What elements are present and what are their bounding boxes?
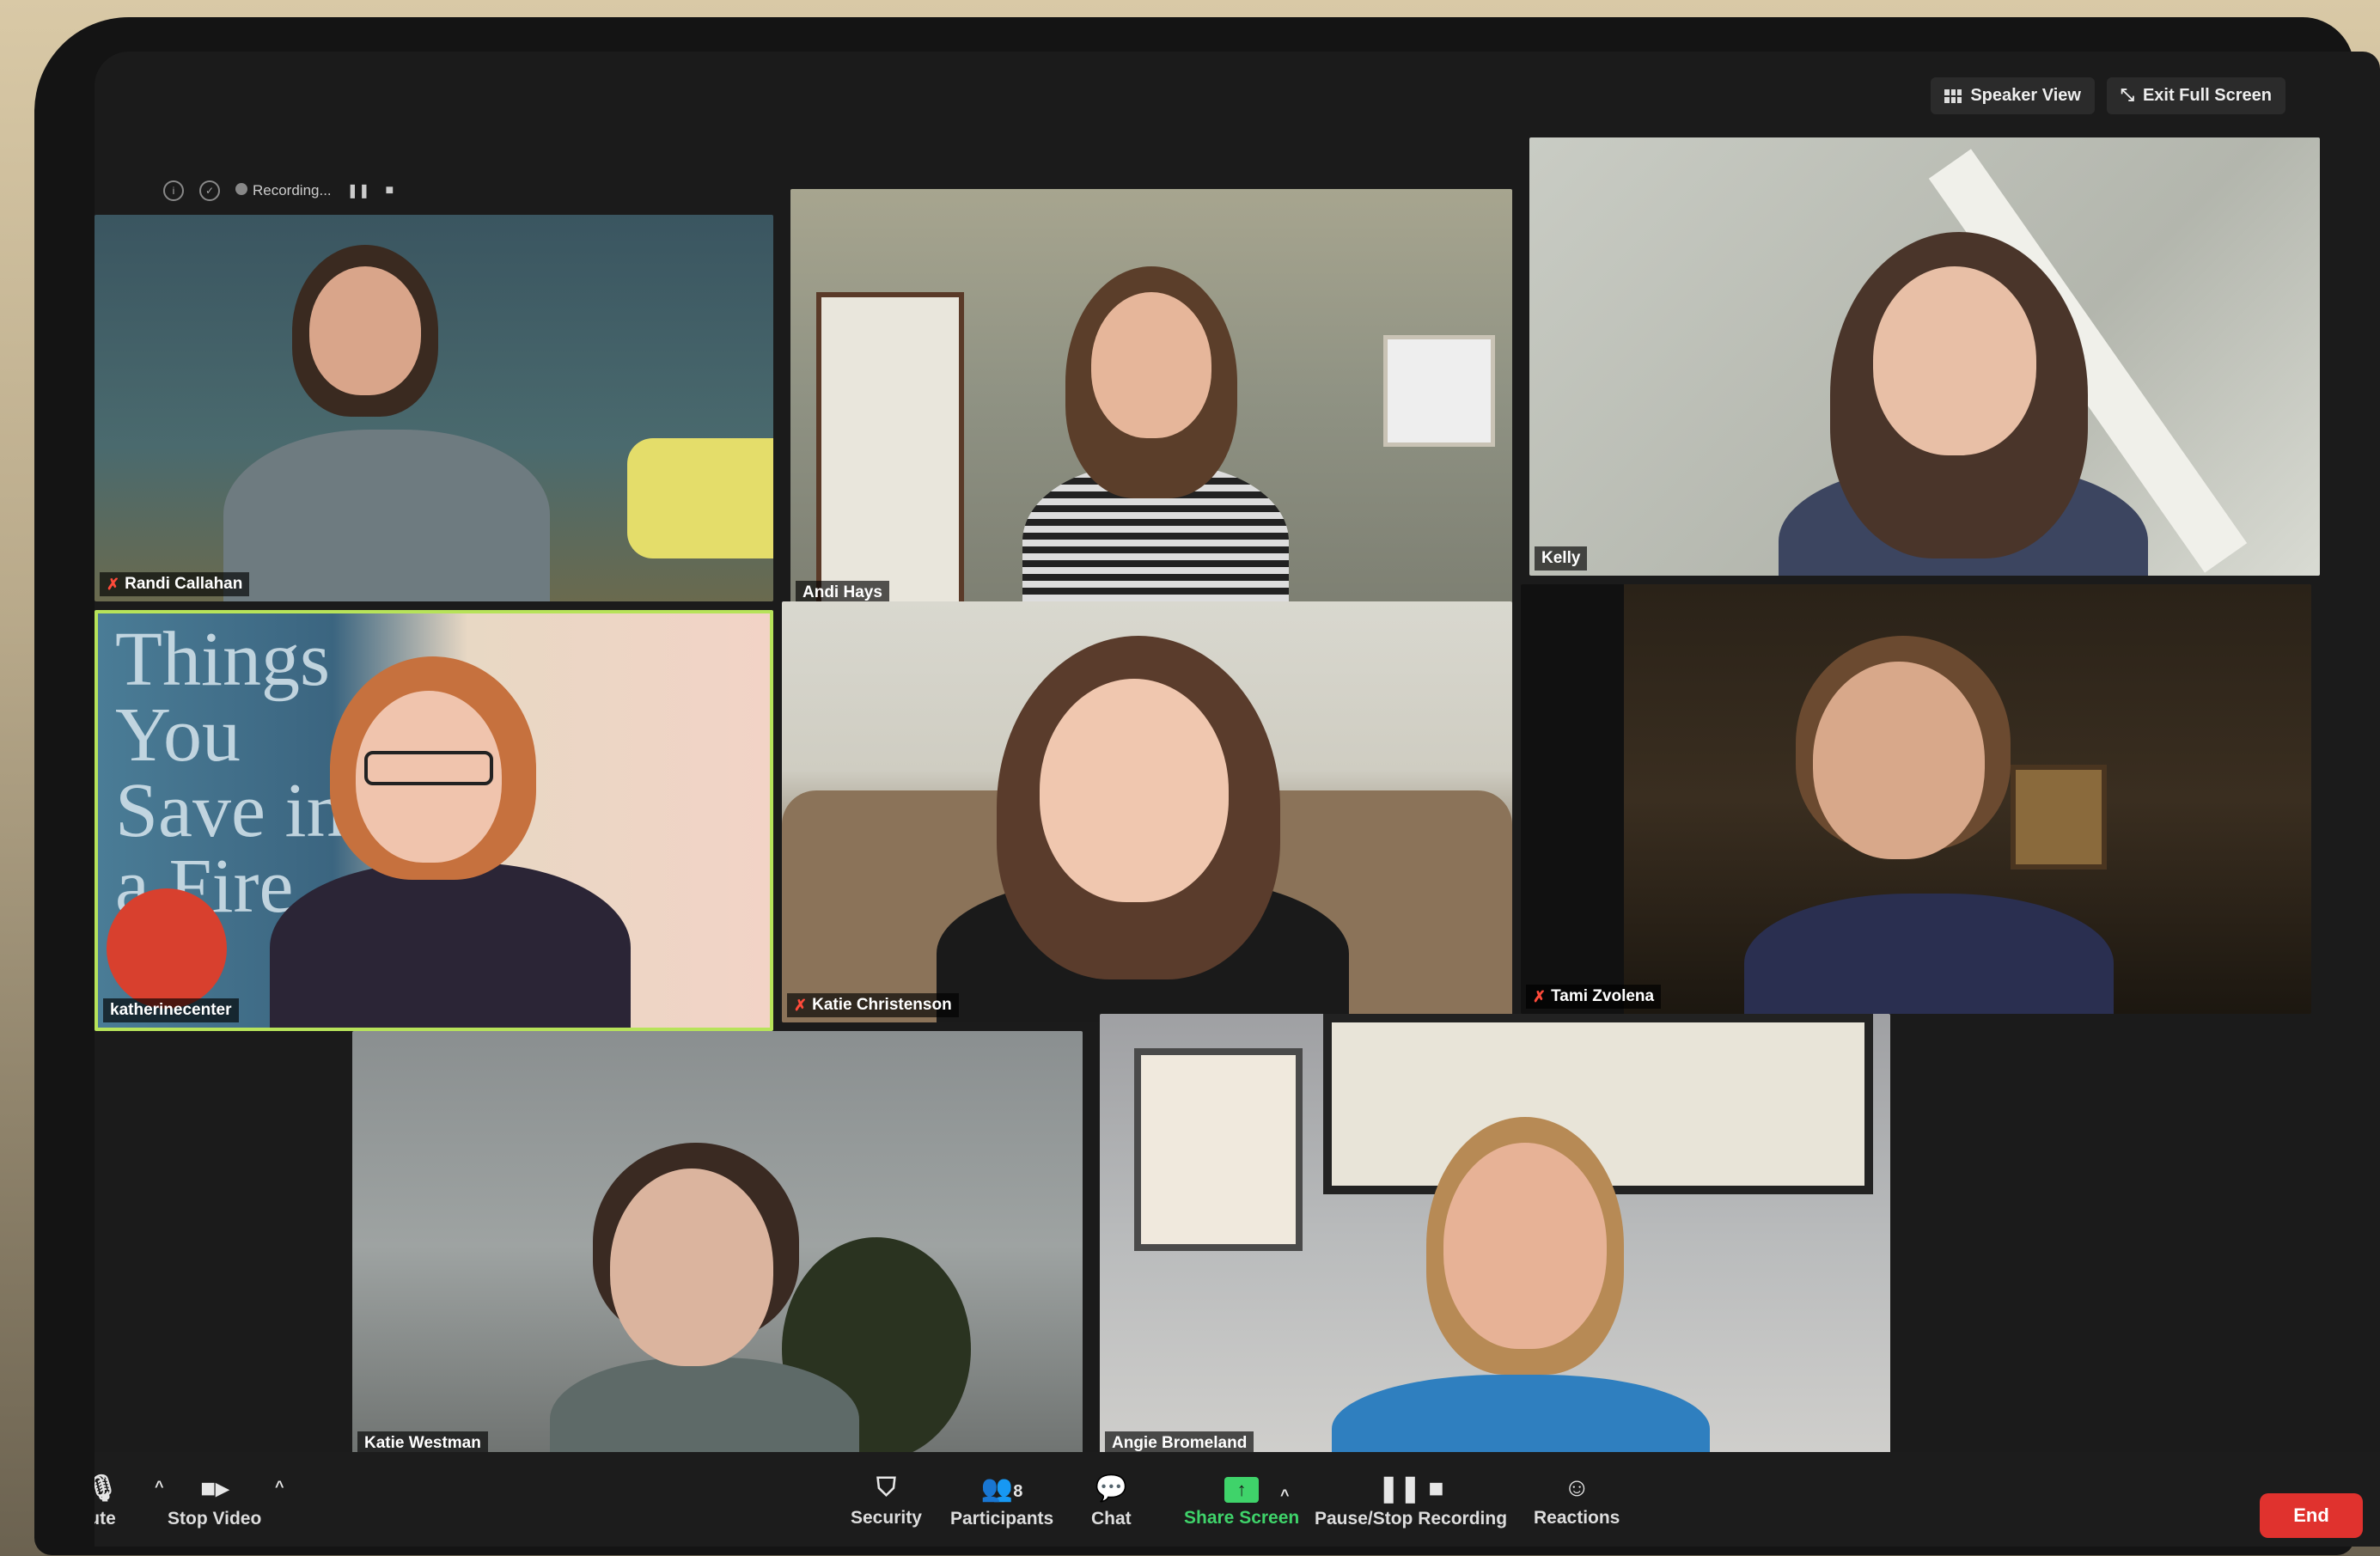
meeting-info-bar: i ✓ Recording... ❚❚ ■ [163,180,394,201]
participant-name-tag: ✗ Tami Zvolena [1526,985,1662,1009]
stop-recording-icon[interactable]: ■ [385,183,394,198]
participants-button[interactable]: 👥8 Participants [950,1474,1053,1529]
muted-mic-icon: ✗ [107,575,120,593]
muted-mic-icon: ✗ [794,996,808,1014]
recording-indicator: Recording... [235,182,332,199]
view-controls: Speaker View ⤡ Exit Full Screen [1931,77,2285,114]
participants-count: 8 [1013,1482,1023,1501]
reactions-button[interactable]: ☺ Reactions [1534,1474,1620,1529]
end-meeting-button[interactable]: End [2260,1493,2363,1538]
video-tile-kelly[interactable]: Kelly [1529,137,2320,576]
muted-mic-icon: ✗ [1533,987,1547,1005]
chevron-up-icon: ^ [155,1478,164,1495]
speaker-view-label: Speaker View [1970,86,2081,105]
video-options-caret[interactable]: ^ [275,1478,284,1501]
mic-icon: 🎙 [95,1474,119,1503]
chat-button[interactable]: 💬 Chat [1091,1474,1132,1529]
exit-fullscreen-button[interactable]: ⤡ Exit Full Screen [2106,77,2285,114]
share-options-caret[interactable]: ^ [1280,1486,1290,1510]
participant-name-tag: katherinecenter [103,998,239,1022]
people-icon: 👥8 [980,1474,1023,1503]
stop-video-button[interactable]: ■▸ Stop Video [168,1474,261,1529]
participant-name-tag: Kelly [1535,546,1588,571]
video-tile-katie-christenson[interactable]: ✗ Katie Christenson [782,601,1512,1022]
pause-recording-icon[interactable]: ❚❚ [347,182,370,199]
video-tile-angie[interactable]: Angie Bromeland [1100,1014,1890,1461]
smiley-icon: ☺ [1563,1474,1590,1502]
video-tile-andi[interactable]: Andi Hays [790,189,1512,610]
video-camera-icon: ■▸ [200,1474,229,1503]
collapse-icon: ⤡ [2120,86,2134,105]
laptop-frame: i ✓ Recording... ❚❚ ■ Speaker View ⤡ Exi… [34,17,2380,1555]
video-tile-tami[interactable]: ✗ Tami Zvolena [1521,584,2311,1014]
encryption-shield-icon[interactable]: ✓ [199,180,220,201]
zoom-window: i ✓ Recording... ❚❚ ■ Speaker View ⤡ Exi… [95,52,2380,1547]
mute-button[interactable]: 🎙 ute [95,1474,119,1529]
pause-stop-icon: ❚❚ ■ [1377,1474,1444,1503]
mute-options-caret[interactable]: ^ [155,1478,164,1501]
grid-view-icon [1944,88,1962,103]
video-tile-katie-westman[interactable]: Katie Westman [352,1031,1083,1461]
recording-label: Recording... [253,182,332,198]
chat-bubble-icon: 💬 [1095,1474,1128,1503]
participant-name-tag: ✗ Randi Callahan [100,572,250,596]
exit-fullscreen-label: Exit Full Screen [2142,86,2272,105]
pause-stop-recording-button[interactable]: ❚❚ ■ Pause/Stop Recording [1315,1474,1507,1529]
speaker-view-button[interactable]: Speaker View [1931,77,2095,114]
video-tile-katherine-active-speaker[interactable]: Things You Save in a Fire katherinecente… [95,610,773,1031]
participant-name-tag: ✗ Katie Christenson [787,993,959,1017]
security-button[interactable]: ⛉ Security [851,1474,922,1529]
shield-icon: ⛉ [876,1474,896,1502]
chevron-up-icon: ^ [275,1478,284,1495]
info-icon[interactable]: i [163,180,184,201]
video-tile-randi[interactable]: ✗ Randi Callahan [95,215,773,601]
chevron-up-icon: ^ [1280,1486,1290,1504]
